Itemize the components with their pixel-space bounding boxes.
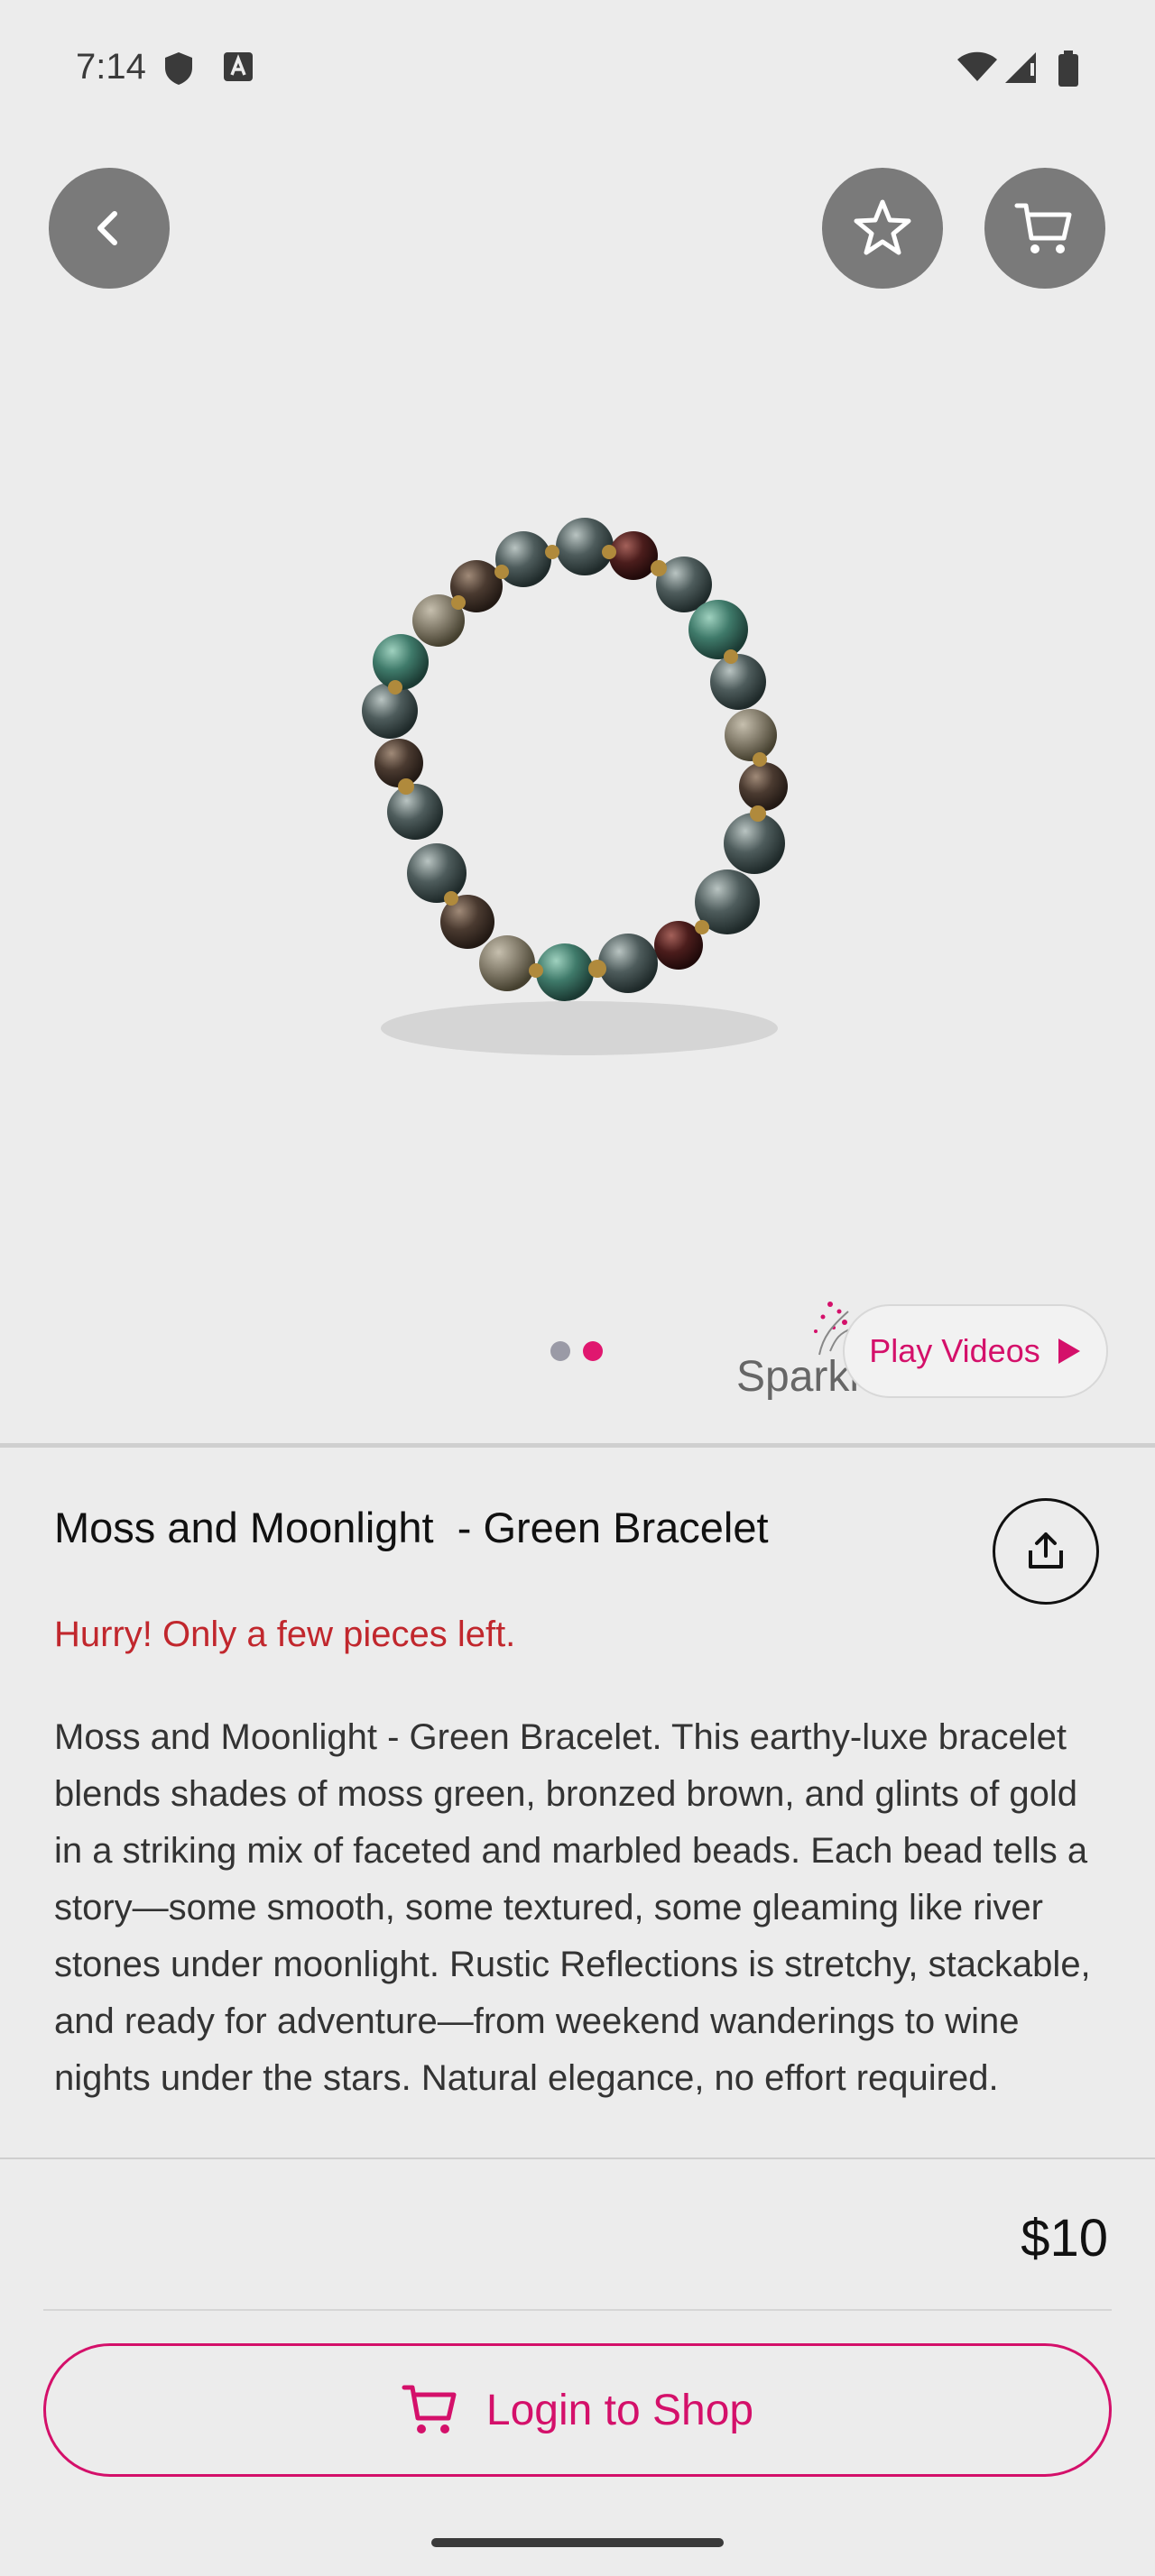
- product-description: Moss and Moonlight - Green Bracelet. Thi…: [54, 1717, 1091, 2098]
- cart-icon: [1014, 203, 1072, 253]
- login-to-shop-label: Login to Shop: [485, 2386, 754, 2434]
- login-to-shop-button[interactable]: Login to Shop: [43, 2343, 1112, 2477]
- svg-text:Sparkl: Sparkl: [736, 1353, 859, 1401]
- divider: [0, 1443, 1155, 1448]
- shield-icon: [162, 51, 195, 91]
- play-icon: [1058, 1339, 1080, 1364]
- product-image-gallery[interactable]: [0, 135, 1155, 1445]
- status-time: 7:14: [76, 47, 146, 87]
- gallery-page-indicator: [550, 1341, 603, 1361]
- cart-button[interactable]: [984, 168, 1105, 289]
- product-image: [362, 518, 788, 1055]
- share-icon: [1029, 1532, 1063, 1569]
- favorite-button[interactable]: [822, 168, 943, 289]
- home-indicator[interactable]: [431, 2538, 724, 2547]
- signal-icon: [1003, 51, 1040, 89]
- wifi-icon: [956, 51, 998, 87]
- page-dot-active[interactable]: [583, 1341, 603, 1361]
- divider: [43, 2309, 1112, 2311]
- chevron-left-icon: [97, 211, 117, 245]
- cart-icon: [402, 2385, 457, 2433]
- product-title: Moss and Moonlight - Green Bracelet: [54, 1504, 769, 1551]
- play-videos-label: Play Videos: [869, 1332, 1040, 1369]
- back-button[interactable]: [49, 168, 170, 289]
- star-icon: [854, 199, 911, 255]
- play-videos-button[interactable]: Play Videos: [843, 1304, 1108, 1398]
- a-icon: [222, 51, 254, 87]
- share-button[interactable]: [993, 1498, 1099, 1605]
- stock-alert: Hurry! Only a few pieces left.: [54, 1615, 516, 1654]
- battery-icon: [1058, 51, 1079, 91]
- page-dot[interactable]: [550, 1341, 570, 1361]
- divider: [0, 2157, 1155, 2159]
- product-price: $10: [1021, 2209, 1108, 2268]
- status-bar: 7:14: [0, 0, 1155, 135]
